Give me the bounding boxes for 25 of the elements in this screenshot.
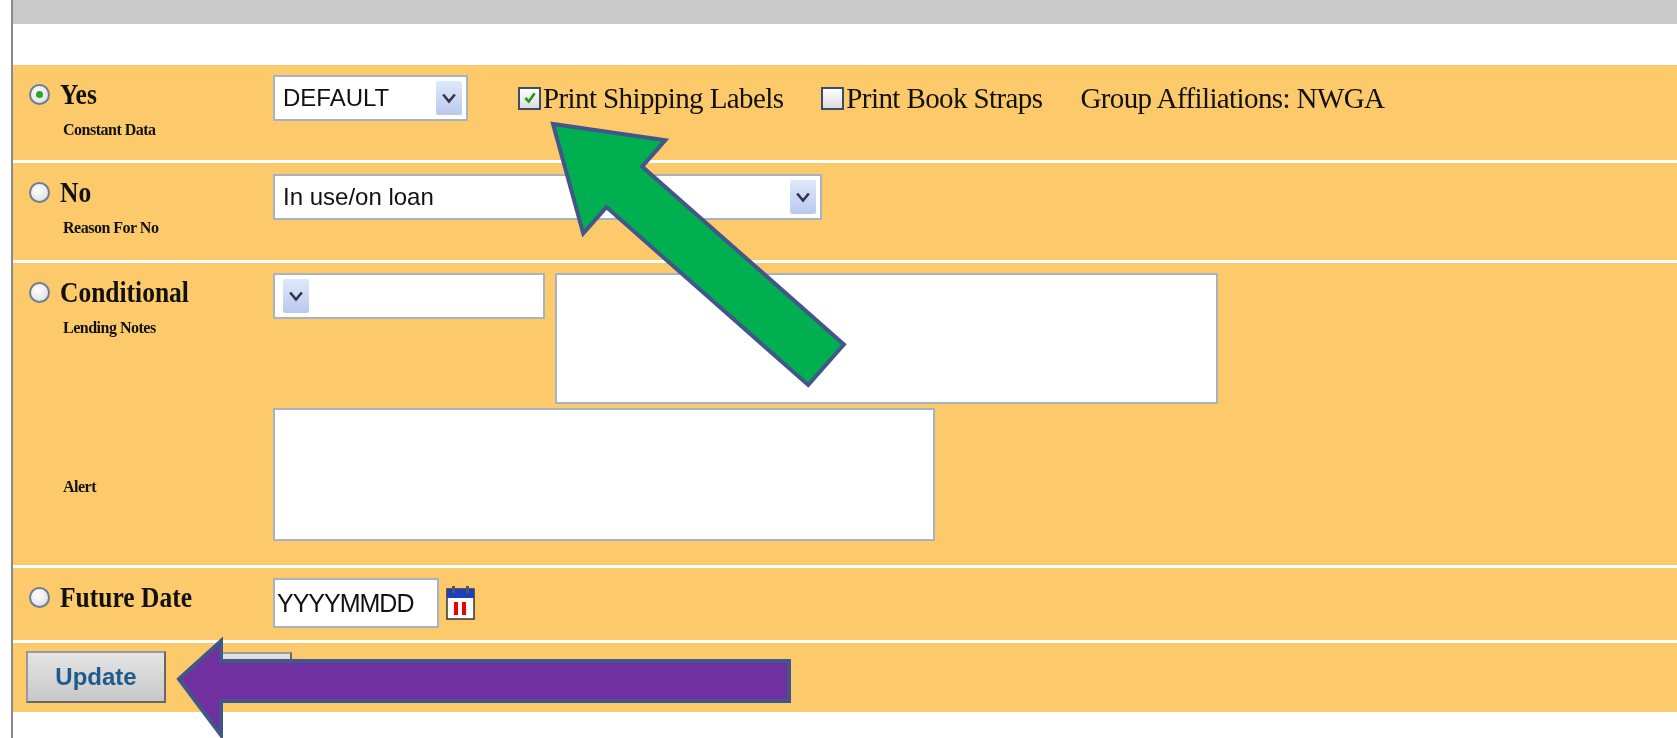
check-icon	[522, 91, 537, 105]
option-label: No	[60, 175, 92, 209]
alert-textarea[interactable]	[273, 408, 935, 541]
checkbox-label[interactable]: Print Shipping Labels	[543, 81, 784, 115]
update-button[interactable]: Update	[26, 651, 166, 703]
group-affiliations: Group Affiliations: NWGA	[1080, 81, 1385, 116]
option-label: Yes	[60, 77, 97, 111]
option-sublabel: Constant Data	[63, 121, 156, 139]
option-label: Future Date	[60, 580, 192, 614]
calendar-icon[interactable]	[445, 584, 477, 622]
radio-button[interactable]	[29, 281, 50, 303]
lending-notes-textarea[interactable]	[555, 273, 1218, 404]
checkbox-label[interactable]: Print Book Straps	[846, 81, 1043, 115]
option-label: Conditional	[60, 275, 189, 309]
condition-select[interactable]	[273, 273, 545, 319]
radio-button[interactable]	[29, 83, 50, 105]
checkbox[interactable]	[518, 86, 541, 110]
option-sublabel: Reason For No	[63, 219, 159, 237]
alert-label: Alert	[63, 477, 97, 496]
checkbox[interactable]	[821, 86, 845, 110]
radio-button[interactable]	[29, 181, 50, 203]
date-field[interactable]: YYYYMMDD	[273, 578, 439, 628]
radio-button[interactable]	[29, 586, 50, 608]
option-sublabel: Lending Notes	[63, 319, 156, 337]
profile-select[interactable]: DEFAULT	[273, 75, 468, 121]
